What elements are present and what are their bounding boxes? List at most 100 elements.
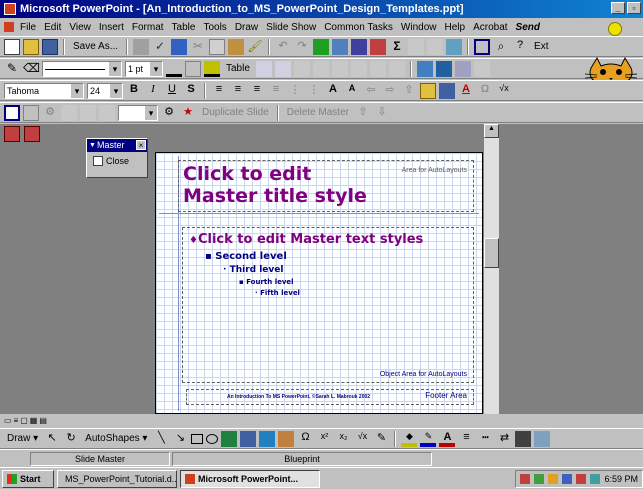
superscript-icon[interactable]: x² — [316, 431, 332, 447]
vertical-scrollbar[interactable]: ▲ — [483, 124, 499, 414]
acrobat-icon[interactable] — [171, 38, 188, 55]
tray-icon[interactable] — [576, 473, 587, 484]
line-weight-combo[interactable]: 1 pt — [125, 60, 163, 77]
insert-table-icon[interactable] — [351, 38, 368, 55]
insert-master-icon[interactable] — [23, 104, 39, 121]
redo-icon[interactable]: ↷ — [294, 39, 310, 55]
master-view-title[interactable]: ▼ Master × — [87, 139, 147, 152]
menu-draw[interactable]: Draw — [235, 22, 258, 33]
disabled-icon[interactable] — [473, 60, 490, 77]
dash-style-icon[interactable]: ┅ — [477, 431, 493, 447]
align-left-icon[interactable]: ≡ — [211, 83, 227, 99]
autoshapes-menu-button[interactable]: AutoShapes ▾ — [82, 433, 150, 444]
oval-icon[interactable] — [206, 433, 219, 444]
slide-layout-icon[interactable] — [474, 38, 491, 55]
decrease-font-icon[interactable]: A — [344, 83, 360, 99]
arrow-icon[interactable]: ↘ — [172, 431, 188, 447]
spelling-icon[interactable]: ✓ — [152, 39, 168, 55]
menu-insert[interactable]: Insert — [99, 22, 124, 33]
tray-icon[interactable] — [590, 473, 601, 484]
taskbar-item-word[interactable]: MS_PowerPoint_Tutorial.d... — [57, 469, 177, 488]
insert-hyperlink-icon[interactable] — [313, 38, 330, 55]
equation-editor-icon[interactable]: √x — [354, 431, 370, 447]
borders-icon[interactable] — [185, 60, 201, 77]
duplicate-slide-button[interactable]: Duplicate Slide — [199, 107, 272, 118]
font-size-combo[interactable]: 24 — [87, 82, 123, 99]
split-cell-icon[interactable] — [274, 60, 291, 77]
font-combo[interactable]: Tahoma — [4, 82, 84, 99]
powerpoint-app-icon[interactable] — [4, 3, 16, 15]
lightbulb-icon[interactable] — [608, 22, 622, 36]
sort-icon[interactable] — [408, 38, 425, 55]
binoculars-icon[interactable]: ⌕ — [493, 39, 509, 55]
menu-window[interactable]: Window — [401, 22, 437, 33]
slide-view-button[interactable]: ▢ — [20, 416, 28, 425]
web-toolbar-icon[interactable] — [416, 60, 433, 77]
menu-slide-show[interactable]: Slide Show — [266, 22, 316, 33]
italic-icon[interactable]: I — [145, 83, 161, 99]
outline-view-button[interactable]: ≡ — [14, 416, 19, 425]
clock[interactable]: 6:59 PM — [604, 471, 638, 487]
font-color-icon[interactable]: A — [439, 431, 456, 447]
undo-icon[interactable]: ↶ — [275, 39, 291, 55]
menu-send[interactable]: Send — [516, 22, 540, 33]
merge-cells-icon[interactable] — [255, 60, 272, 77]
menu-file[interactable]: File — [20, 22, 36, 33]
justify-icon[interactable]: ≡ — [268, 83, 284, 99]
master-layout-icon[interactable] — [80, 104, 96, 121]
normal-view-icon[interactable] — [4, 126, 20, 142]
menu-common-tasks[interactable]: Common Tasks — [324, 22, 393, 33]
font-color-icon[interactable]: A — [458, 83, 474, 99]
menu-acrobat[interactable]: Acrobat — [473, 22, 507, 33]
text-box-icon[interactable] — [221, 430, 238, 447]
tables-borders-icon[interactable] — [332, 38, 349, 55]
save-as-button[interactable]: Save As... — [70, 41, 121, 52]
select-objects-icon[interactable]: ↖ — [44, 431, 60, 447]
move-up-icon[interactable]: ⇧ — [355, 105, 371, 121]
clip-art-icon[interactable] — [259, 430, 276, 447]
tray-icon[interactable] — [520, 473, 531, 484]
drawing-icon[interactable] — [446, 38, 463, 55]
bold-icon[interactable]: B — [126, 83, 142, 99]
taskbar-item-powerpoint[interactable]: Microsoft PowerPoint... — [180, 469, 320, 488]
table-menu-button[interactable]: Table — [223, 63, 253, 74]
fill-color-icon[interactable]: ◆ — [401, 431, 418, 447]
footer-placeholder[interactable]: An Introduction To MS PowerPoint, ©Sarah… — [186, 389, 474, 405]
body-placeholder[interactable]: ♦Click to edit Master text styles ▪ Seco… — [182, 227, 474, 383]
menu-help[interactable]: Help — [445, 22, 466, 33]
rectangle-icon[interactable] — [191, 433, 204, 444]
insert-title-master-icon[interactable] — [99, 104, 115, 121]
cut-icon[interactable]: ✂ — [190, 39, 206, 55]
subscript-icon[interactable]: x₂ — [335, 431, 351, 447]
arrow-style-icon[interactable]: ⇄ — [496, 431, 512, 447]
menu-format[interactable]: Format — [132, 22, 164, 33]
format-painter-icon[interactable]: 🖌 — [247, 39, 263, 55]
pencil-icon[interactable]: ✎ — [373, 431, 389, 447]
align-center-icon[interactable] — [312, 60, 329, 77]
line-icon[interactable]: ╲ — [153, 431, 169, 447]
slideshow-view-button[interactable]: ▤ — [39, 416, 47, 425]
line-color-icon[interactable] — [166, 61, 182, 77]
tray-icon[interactable] — [548, 473, 559, 484]
line-style-icon[interactable]: ≡ — [458, 431, 474, 447]
paste-icon[interactable] — [228, 38, 245, 55]
bullets-icon[interactable]: ⋮ — [306, 83, 322, 99]
help-icon[interactable]: ? — [512, 39, 528, 55]
star-icon[interactable]: ★ — [180, 105, 196, 121]
underline-icon[interactable]: U — [164, 83, 180, 99]
slide-miniature-icon[interactable] — [4, 104, 20, 121]
master-close-button[interactable]: Close — [87, 152, 147, 170]
distribute-icon[interactable] — [350, 60, 367, 77]
minimize-button[interactable]: _ — [611, 2, 625, 14]
move-up-icon[interactable]: ⇧ — [401, 83, 417, 99]
scroll-up-button[interactable]: ▲ — [484, 124, 499, 138]
slide-sorter-icon[interactable] — [24, 126, 40, 142]
move-down-icon[interactable]: ⇩ — [374, 105, 390, 121]
save-icon[interactable] — [42, 38, 58, 55]
sort-desc-icon[interactable] — [427, 38, 444, 55]
equation-icon[interactable]: √x — [496, 83, 512, 99]
rename-master-icon[interactable]: ⚙ — [42, 105, 58, 121]
symbol-icon[interactable]: Ω — [477, 83, 493, 99]
omega-icon[interactable]: Ω — [297, 431, 313, 447]
wordart-icon[interactable] — [240, 430, 257, 447]
